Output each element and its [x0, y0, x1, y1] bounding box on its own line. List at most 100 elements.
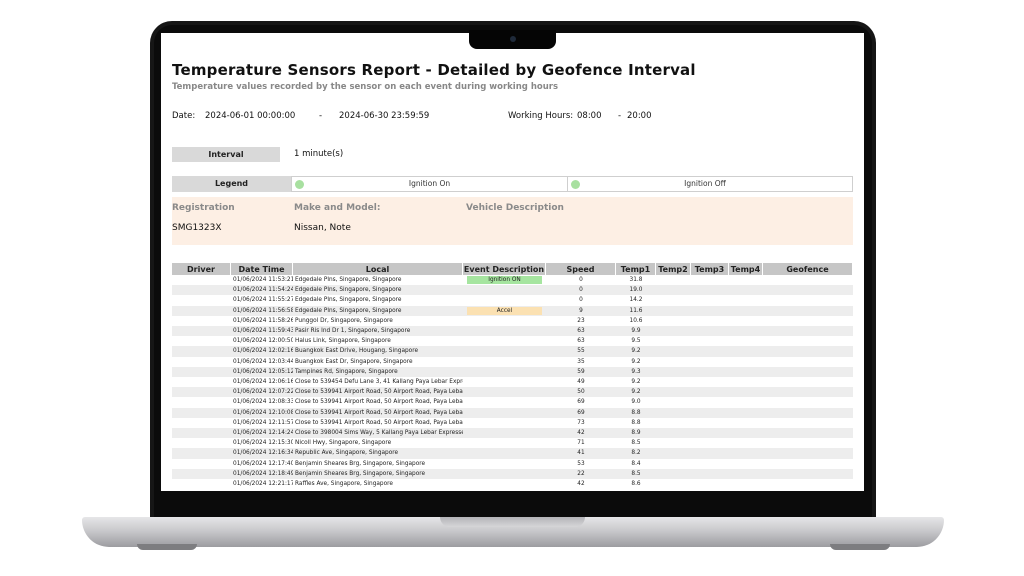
cell-temp1: 14.2: [629, 297, 643, 304]
cell-temp3: [691, 357, 729, 367]
table-row: 01/06/2024 11:59:43 Pasir Ris Ind Dr 1, S…: [172, 326, 853, 337]
cell-geofence: [763, 418, 853, 428]
cell-event-description: Ignition ON: [463, 275, 546, 285]
cell-driver: [172, 479, 231, 489]
cell-temp3: [691, 479, 729, 489]
cell-temp1: 10.6: [629, 317, 643, 324]
cell-date-time: 01/06/2024 12:16:34: [231, 448, 293, 459]
cell-temp4: [729, 366, 763, 378]
interval-label: Interval: [172, 147, 280, 162]
make-model-value: Nissan, Note: [294, 223, 351, 233]
cell-temp4: [729, 438, 763, 448]
column-header-speed: Speed: [546, 263, 616, 275]
cell-geofence: [763, 387, 853, 398]
cell-date-time: 01/06/2024 11:53:21: [233, 277, 293, 283]
cell-temp1: 9.0: [631, 399, 641, 406]
cell-temp2: [656, 428, 691, 439]
cell-temp3: [691, 428, 729, 439]
date-label: Date:: [172, 111, 196, 121]
cell-local: Buangkok East Dr, Singapore, Singapore: [295, 358, 413, 365]
cell-driver: [172, 357, 231, 367]
column-header-driver: Driver: [172, 263, 231, 275]
cell-temp3: [691, 366, 729, 378]
cell-event-description: [463, 366, 546, 378]
event-badge: Ignition ON: [467, 276, 542, 285]
legend: Ignition On Ignition Off: [291, 176, 853, 192]
legend-item-label: Ignition On: [408, 179, 451, 188]
cell-driver: [172, 448, 231, 459]
cell-temp1: 9.2: [616, 346, 656, 357]
cell-temp3: [691, 326, 729, 337]
cell-temp4: [729, 326, 763, 337]
cell-temp2: [656, 346, 691, 357]
cell-local: Tampines Rd, Singapore, Singapore: [293, 366, 463, 378]
cell-temp4: [729, 316, 763, 326]
table-row: 01/06/2024 12:08:33 Close to 539941 Airpo…: [172, 397, 853, 407]
working-hours-to: 20:00: [627, 111, 652, 121]
cell-event-description: [463, 479, 546, 489]
cell-local: Nicoll Hwy, Singapore, Singapore: [295, 440, 392, 447]
cell-temp1: 8.5: [616, 468, 656, 480]
cell-driver: [172, 366, 231, 378]
table-row: 01/06/2024 12:03:44 Buangkok East Dr, Sin…: [172, 357, 853, 367]
cell-temp1: 19.0: [616, 285, 656, 296]
cell-temp1: 8.8: [631, 419, 641, 426]
cell-temp4: [729, 479, 763, 489]
registration-label: Registration: [172, 203, 235, 213]
table-row: 01/06/2024 12:07:22 Close to 539941 Airpo…: [172, 387, 853, 398]
cell-event-description: [463, 418, 546, 428]
table-row: 01/06/2024 12:18:49 Benjamin Sheares Brg,…: [172, 468, 853, 480]
cell-temp1: 8.2: [616, 448, 656, 459]
cell-temp4: [729, 295, 763, 305]
cell-temp3: [691, 407, 729, 418]
cell-speed: 42: [577, 481, 585, 488]
cell-speed: 35: [577, 358, 585, 365]
cell-geofence: [763, 479, 853, 489]
table-row: 01/06/2024 11:55:27 Edgedale Plns, Singap…: [172, 295, 853, 305]
cell-local: Close to 539941 Airport Road, 50 Airport…: [295, 419, 463, 426]
cell-event-description: [463, 357, 546, 367]
cell-temp1: 11.6: [616, 305, 656, 316]
cell-driver: [172, 295, 231, 305]
table-row: 01/06/2024 11:56:58 Edgedale Plns, Singap…: [172, 305, 853, 316]
laptop-foot-left: [137, 544, 197, 550]
cell-geofence: [763, 397, 853, 407]
cell-speed: 0: [546, 285, 616, 296]
cell-date-time: 01/06/2024 12:11:57: [233, 419, 293, 426]
cell-driver: [172, 459, 231, 469]
table-row: 01/06/2024 12:14:24 Close to 398004 Sims …: [172, 428, 853, 439]
cell-event-description: [463, 407, 546, 418]
cell-driver: [172, 428, 231, 439]
cell-temp2: [656, 357, 691, 367]
cell-local: Close to 539454 Defu Lane 3, 41 Kallang …: [295, 379, 463, 386]
cell-date-time: 01/06/2024 12:00:50: [233, 338, 293, 345]
cell-temp1: 9.9: [616, 326, 656, 337]
report-screen: Temperature Sensors Report - Detailed by…: [161, 33, 864, 491]
cell-event-description: [463, 397, 546, 407]
cell-temp3: [691, 387, 729, 398]
table-row: 01/06/2024 12:00:50 Halus Link, Singapore…: [172, 336, 853, 346]
report-subtitle: Temperature values recorded by the senso…: [172, 82, 559, 92]
cell-geofence: [763, 295, 853, 305]
date-to: 2024-06-30 23:59:59: [339, 111, 430, 121]
table-row: 01/06/2024 12:17:40 Benjamin Sheares Brg,…: [172, 459, 853, 469]
cell-temp3: [691, 316, 729, 326]
cell-temp4: [729, 428, 763, 439]
cell-geofence: [763, 438, 853, 448]
cell-driver: [172, 468, 231, 480]
cell-local: Close to 539941 Airport Road, 50 Airport…: [293, 387, 463, 398]
cell-driver: [172, 397, 231, 407]
cell-temp3: [691, 448, 729, 459]
cell-date-time: 01/06/2024 11:56:58: [231, 305, 293, 316]
cell-geofence: [763, 366, 853, 378]
cell-temp2: [656, 326, 691, 337]
cell-temp1: 8.9: [616, 428, 656, 439]
cell-temp4: [729, 459, 763, 469]
cell-geofence: [763, 285, 853, 296]
cell-speed: 71: [577, 440, 585, 447]
working-hours-separator: -: [618, 111, 622, 121]
cell-speed: 69: [577, 399, 585, 406]
cell-temp2: [656, 479, 691, 489]
laptop-base-notch: [440, 517, 585, 527]
cell-temp3: [691, 275, 729, 285]
